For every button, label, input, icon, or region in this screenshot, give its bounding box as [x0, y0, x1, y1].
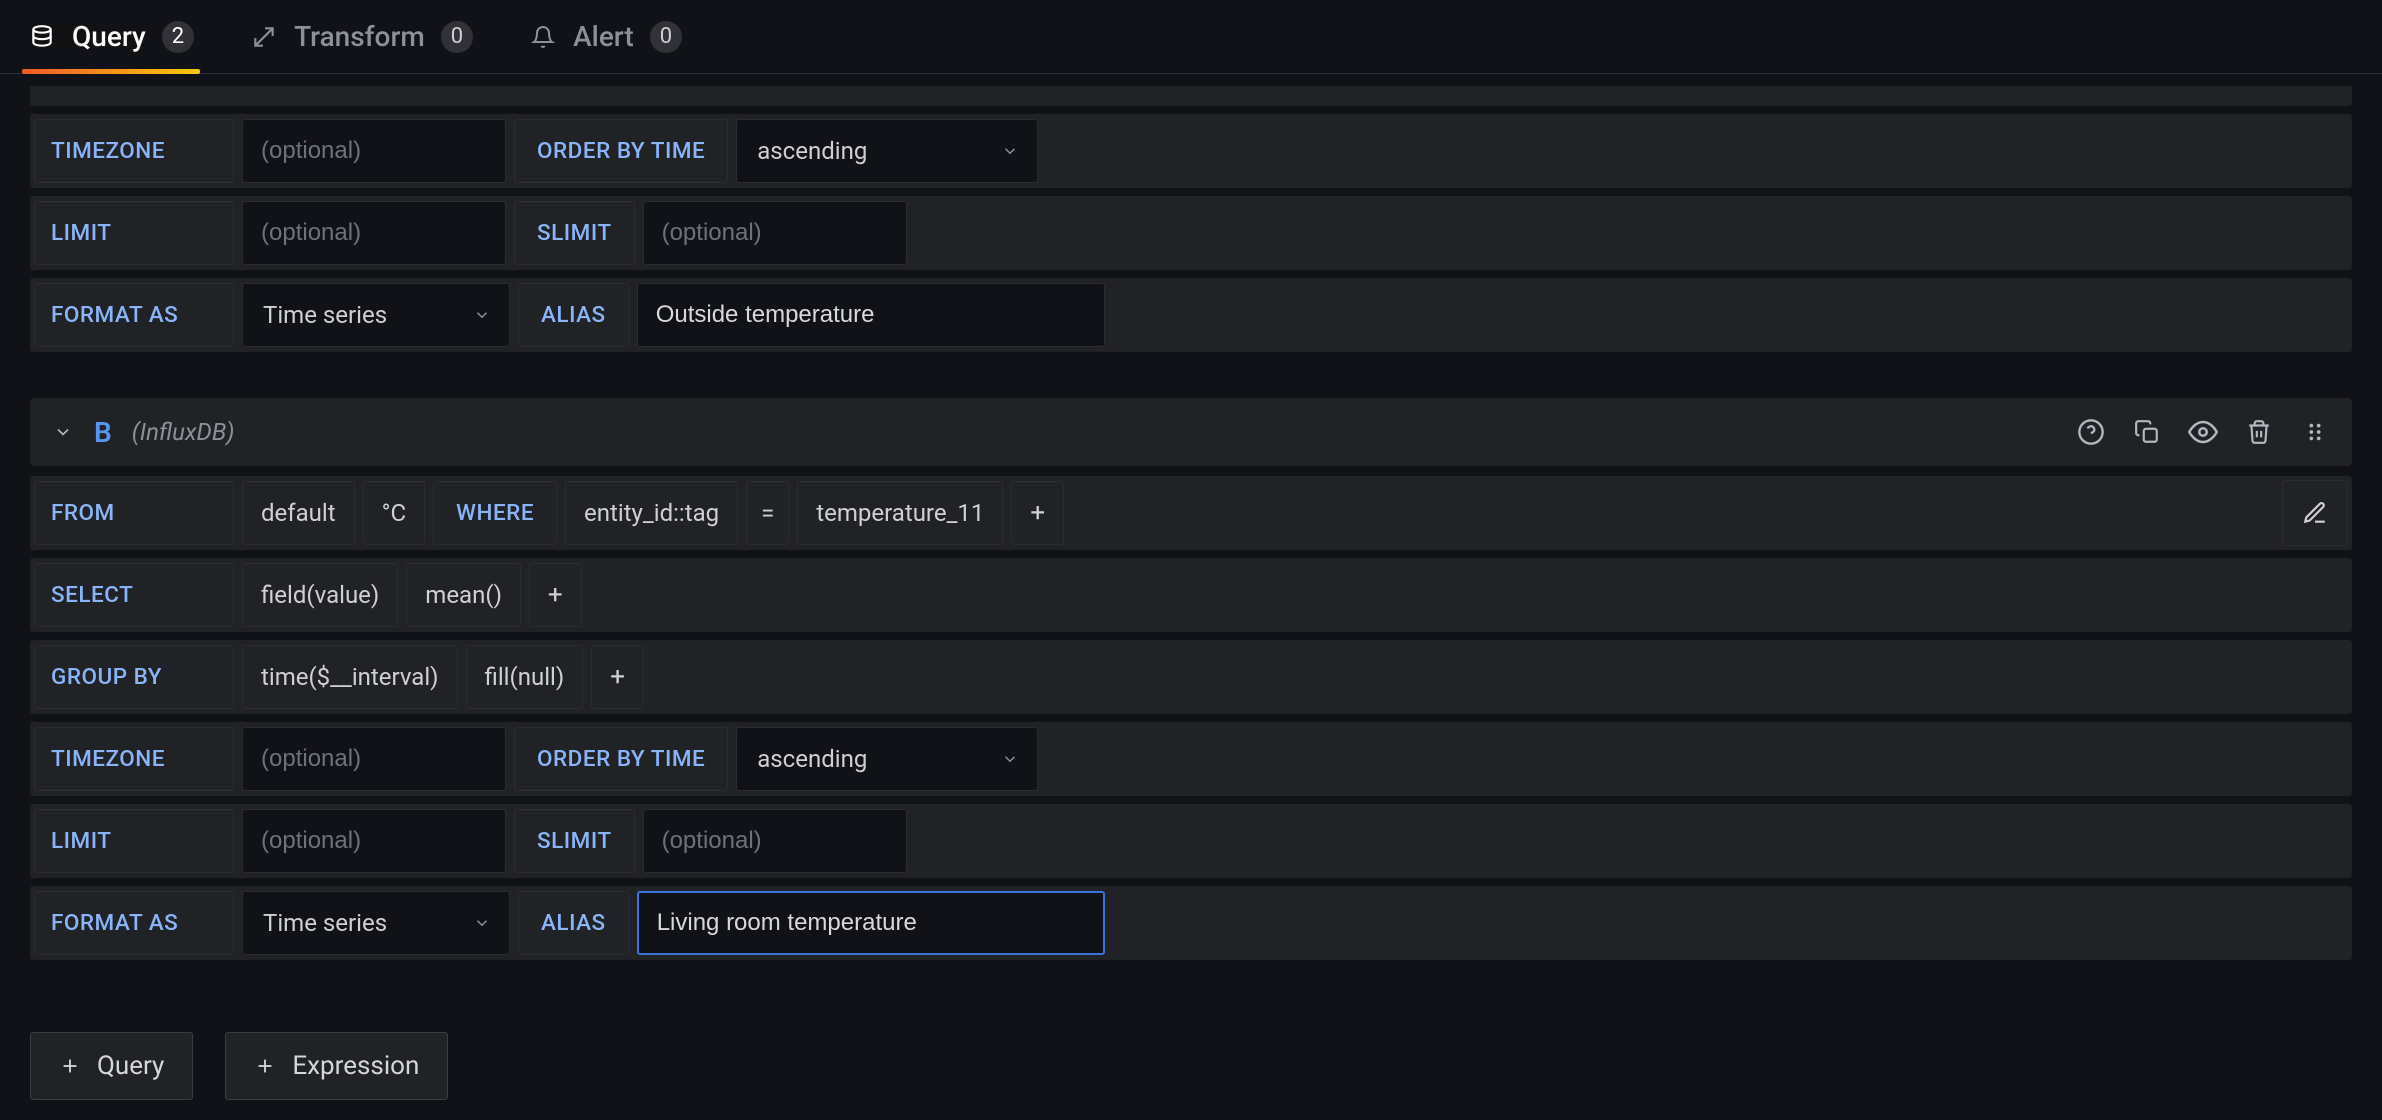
trash-icon[interactable] [2244, 417, 2274, 447]
select-add-chip[interactable]: + [529, 563, 582, 627]
label-slimit: SLIMIT [514, 201, 635, 265]
label-groupby: GROUP BY [34, 645, 234, 709]
label-timezone: TIMEZONE [34, 727, 234, 791]
tab-transform[interactable]: Transform 0 [250, 0, 473, 73]
tabs-bar: Query 2 Transform 0 Alert 0 [0, 0, 2382, 74]
row-limit-b: LIMIT SLIMIT [30, 804, 2352, 878]
row-from-b: FROM default °C WHERE entity_id::tag = t… [30, 476, 2352, 550]
select-agg-chip[interactable]: mean() [406, 563, 521, 627]
copy-icon[interactable] [2132, 417, 2162, 447]
select-field-chip[interactable]: field(value) [242, 563, 398, 627]
scroll-area[interactable]: TIMEZONE ORDER BY TIME ascending LIMIT S… [0, 74, 2382, 1120]
query-b-datasource: (InfluxDB) [132, 418, 235, 446]
tab-alert-label: Alert [573, 20, 634, 53]
orderby-select-a-value: ascending [757, 137, 867, 165]
query-b-header[interactable]: B (InfluxDB) [30, 398, 2352, 466]
label-select: SELECT [34, 563, 234, 627]
row-format-a: FORMAT AS Time series ALIAS [30, 278, 2352, 352]
label-formatas: FORMAT AS [34, 283, 234, 347]
query-b-letter: B [94, 416, 112, 449]
add-expression-label: Expression [292, 1051, 419, 1081]
tab-query-count: 2 [162, 21, 194, 53]
chevron-down-icon [52, 421, 74, 443]
formatas-select-b[interactable]: Time series [242, 891, 510, 955]
plus-icon [59, 1055, 81, 1077]
from-measurement-chip[interactable]: °C [363, 481, 426, 545]
from-default-chip[interactable]: default [242, 481, 355, 545]
row-format-b: FORMAT AS Time series ALIAS [30, 886, 2352, 960]
row-groupby-b: GROUP BY time($__interval) fill(null) + [30, 640, 2352, 714]
where-field-chip[interactable]: entity_id::tag [565, 481, 738, 545]
groupby-add-chip[interactable]: + [591, 645, 644, 709]
label-from: FROM [34, 481, 234, 545]
chevron-down-icon [1001, 142, 1019, 160]
row-limit-a: LIMIT SLIMIT [30, 196, 2352, 270]
add-expression-button[interactable]: Expression [225, 1032, 448, 1100]
add-query-label: Query [97, 1051, 164, 1081]
formatas-select-b-value: Time series [263, 909, 387, 937]
label-orderbytime: ORDER BY TIME [514, 119, 728, 183]
where-add-chip[interactable]: + [1011, 481, 1064, 545]
eye-icon[interactable] [2188, 417, 2218, 447]
tab-query[interactable]: Query 2 [28, 0, 194, 73]
plus-icon [254, 1055, 276, 1077]
label-slimit: SLIMIT [514, 809, 635, 873]
label-limit: LIMIT [34, 809, 234, 873]
toggle-text-edit-button[interactable] [2282, 480, 2348, 546]
groupby-fill-chip[interactable]: fill(null) [466, 645, 584, 709]
label-formatas: FORMAT AS [34, 891, 234, 955]
row-timezone-a: TIMEZONE ORDER BY TIME ascending [30, 114, 2352, 188]
add-query-button[interactable]: Query [30, 1032, 193, 1100]
tab-query-label: Query [72, 20, 146, 53]
label-alias: ALIAS [518, 891, 629, 955]
formatas-select-a-value: Time series [263, 301, 387, 329]
label-where: WHERE [433, 481, 557, 545]
timezone-input-a[interactable] [242, 119, 506, 183]
database-icon [28, 23, 56, 51]
limit-input-b[interactable] [242, 809, 506, 873]
formatas-select-a[interactable]: Time series [242, 283, 510, 347]
chevron-down-icon [1001, 750, 1019, 768]
groupby-time-chip[interactable]: time($__interval) [242, 645, 458, 709]
chevron-down-icon [473, 914, 491, 932]
alias-input-a[interactable] [637, 283, 1105, 347]
tab-transform-label: Transform [294, 20, 425, 53]
transform-icon [250, 23, 278, 51]
orderby-select-b-value: ascending [757, 745, 867, 773]
drag-handle-icon[interactable] [2300, 417, 2330, 447]
limit-input-a[interactable] [242, 201, 506, 265]
help-icon[interactable] [2076, 417, 2106, 447]
tab-alert-count: 0 [650, 21, 682, 53]
label-orderbytime: ORDER BY TIME [514, 727, 728, 791]
where-value-chip[interactable]: temperature_11 [797, 481, 1003, 545]
orderby-select-a[interactable]: ascending [736, 119, 1038, 183]
label-alias: ALIAS [518, 283, 629, 347]
label-limit: LIMIT [34, 201, 234, 265]
row-select-b: SELECT field(value) mean() + [30, 558, 2352, 632]
label-timezone: TIMEZONE [34, 119, 234, 183]
slimit-input-a[interactable] [643, 201, 907, 265]
slimit-input-b[interactable] [643, 809, 907, 873]
bell-icon [529, 23, 557, 51]
row-timezone-b: TIMEZONE ORDER BY TIME ascending [30, 722, 2352, 796]
tab-alert[interactable]: Alert 0 [529, 0, 682, 73]
where-op-chip[interactable]: = [746, 481, 789, 545]
chevron-down-icon [473, 306, 491, 324]
orderby-select-b[interactable]: ascending [736, 727, 1038, 791]
timezone-input-b[interactable] [242, 727, 506, 791]
alias-input-b[interactable] [637, 891, 1105, 955]
tab-transform-count: 0 [441, 21, 473, 53]
